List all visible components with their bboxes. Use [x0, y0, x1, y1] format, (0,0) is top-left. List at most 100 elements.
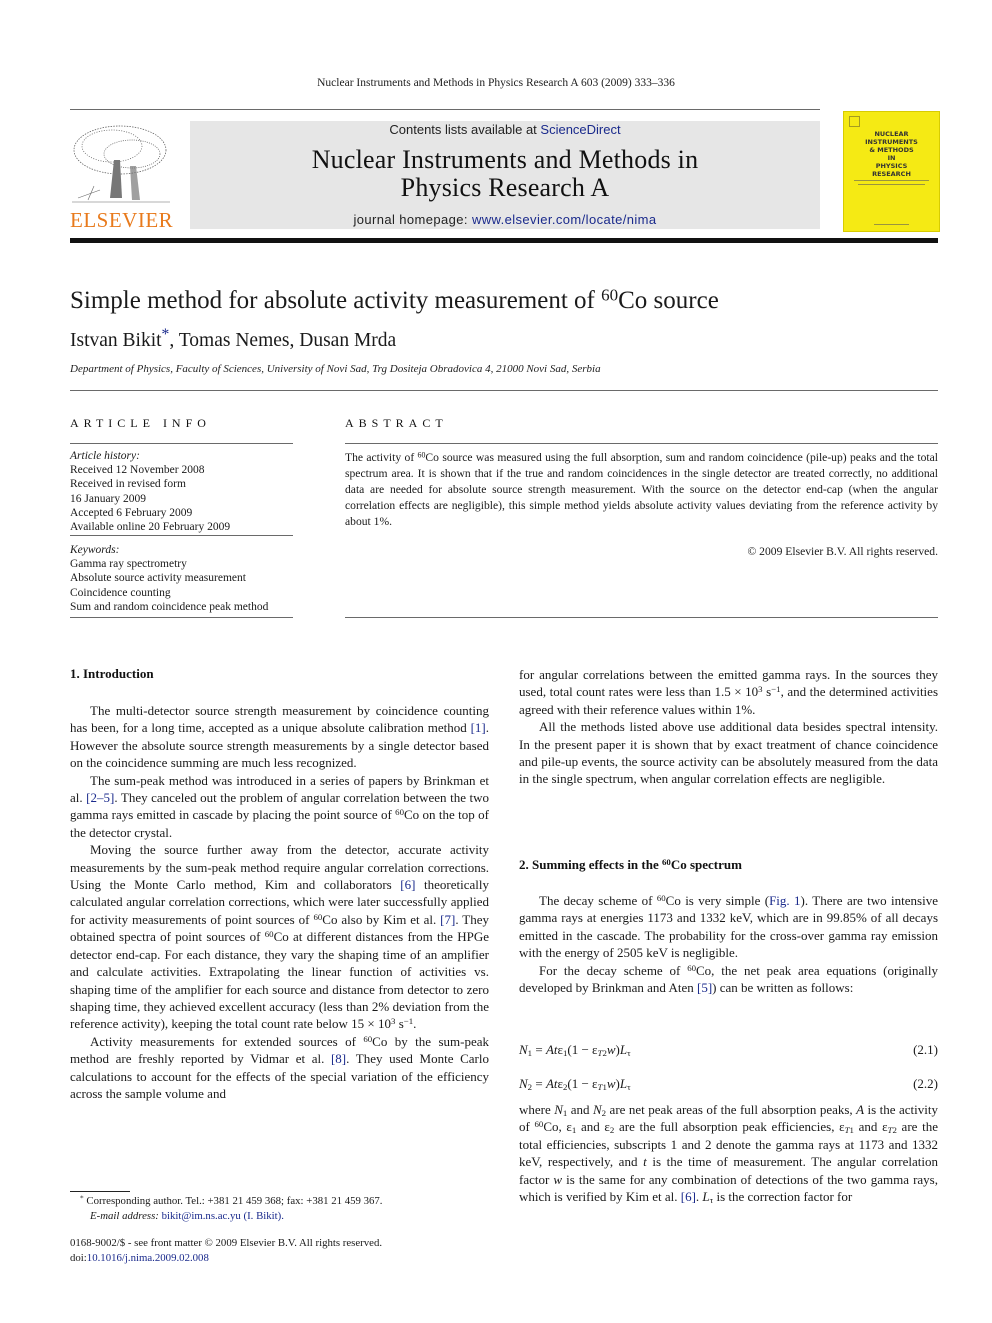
tree-icon — [72, 125, 170, 203]
doi-link[interactable]: 10.1016/j.nima.2009.02.008 — [87, 1252, 209, 1264]
contents-prefix: Contents lists available at — [389, 122, 541, 137]
exponent: −1 — [771, 684, 781, 695]
author-name[interactable]: Dusan Mrda — [299, 330, 396, 351]
isotope-superscript: 60 — [656, 893, 666, 904]
text: Co is very simple ( — [665, 893, 770, 908]
text: and — [576, 1119, 605, 1135]
keywords-rule — [70, 617, 293, 618]
cover-footer-line — [874, 224, 909, 225]
isotope-superscript: 60 — [264, 929, 274, 940]
figure-link[interactable]: Fig. 1 — [769, 893, 800, 908]
reference-link[interactable]: [2–5] — [86, 790, 114, 805]
abstract-heading: ABSTRACT — [345, 416, 448, 430]
cover-subtitle-line — [858, 184, 925, 185]
author-name[interactable]: Istvan Bikit — [70, 330, 162, 351]
reference-link[interactable]: [6] — [681, 1189, 696, 1204]
text: . — [413, 1016, 417, 1032]
abstract-bottom-rule — [345, 617, 938, 618]
paragraph: The sum-peak method was introduced in a … — [70, 772, 489, 842]
isotope-superscript: 60 — [395, 807, 404, 818]
homepage-prefix: journal homepage: — [353, 212, 472, 227]
text: The multi-detector source strength measu… — [70, 703, 489, 736]
reference-link[interactable]: [5] — [697, 980, 712, 995]
footnote-rule — [70, 1191, 130, 1192]
article-history: Article history: Received 12 November 20… — [70, 449, 300, 534]
text: Co, — [543, 1119, 567, 1135]
paragraph: All the methods listed above use additio… — [519, 718, 938, 788]
paragraph: For the decay scheme of 60Co, the net pe… — [519, 962, 938, 997]
history-rule — [70, 535, 293, 536]
keywords-label: Keywords: — [70, 544, 120, 556]
email-label: E-mail address: — [90, 1209, 162, 1222]
title-text: Simple method for absolute activity meas… — [70, 287, 602, 314]
cover-title-line: IN — [887, 154, 896, 162]
text: where — [519, 1102, 555, 1117]
text: For the decay scheme of — [539, 962, 688, 978]
history-item: Accepted 6 February 2009 — [70, 506, 193, 519]
journal-title: Nuclear Instruments and Methods in Physi… — [190, 146, 820, 202]
abstract-text: The activity of 60Co source was measured… — [345, 450, 938, 530]
corresponding-author-footnote: * Corresponding author. Tel.: +381 21 45… — [80, 1194, 500, 1223]
paragraph: Activity measurements for extended sourc… — [70, 1033, 489, 1103]
reference-link[interactable]: [1] — [471, 720, 486, 735]
author-name[interactable]: Tomas Nemes — [179, 330, 290, 351]
masthead-thick-rule — [70, 238, 938, 243]
heading-text: 2. Summing effects in the — [519, 857, 662, 872]
cover-title-line: PHYSICS — [875, 162, 908, 170]
text: s — [395, 1016, 404, 1032]
left-column-body: The multi-detector source strength measu… — [70, 702, 489, 1102]
author-list: Istvan Bikit*, Tomas Nemes, Dusan Mrda — [70, 325, 397, 351]
article-info-rule — [70, 443, 293, 444]
affiliation: Department of Physics, Faculty of Scienc… — [70, 363, 601, 375]
equation-2-2: N2 = Atε2(1 − εT1w)Lτ — [519, 1076, 631, 1093]
exponent: −1 — [403, 1016, 414, 1027]
journal-homepage-link[interactable]: www.elsevier.com/locate/nima — [472, 212, 657, 227]
reference-link[interactable]: [8] — [331, 1051, 346, 1066]
keyword-item: Absolute source activity measurement — [70, 572, 246, 585]
history-item: Received in revised form — [70, 478, 186, 491]
elsevier-logo[interactable]: ELSEVIER — [70, 120, 174, 232]
text: Co at different distances from the HPGe … — [70, 929, 489, 1032]
homepage-line: journal homepage: www.elsevier.com/locat… — [190, 212, 820, 227]
history-label: Article history: — [70, 450, 140, 462]
footnote-line: * Corresponding author. Tel.: +381 21 45… — [80, 1194, 500, 1209]
abstract-span: Co source was measured using the full ab… — [345, 451, 938, 528]
elsevier-wordmark: ELSEVIER — [70, 208, 174, 232]
text: All the methods listed above use additio… — [519, 719, 938, 787]
keyword-item: Coincidence counting — [70, 586, 171, 599]
text: The decay scheme of — [539, 893, 657, 908]
journal-title-line1: Nuclear Instruments and Methods in — [311, 145, 699, 174]
text: ) can be written as follows: — [712, 980, 854, 996]
equation-2-1: N1 = Atε1(1 − εT2w)Lτ — [519, 1042, 631, 1059]
sciencedirect-link[interactable]: ScienceDirect — [540, 122, 620, 137]
paragraph: The multi-detector source strength measu… — [70, 702, 489, 772]
email-link[interactable]: bikit@im.ns.ac.yu (I. Bikit). — [162, 1210, 284, 1222]
affiliation-rule — [70, 390, 938, 391]
footnote-text: Corresponding author. Tel.: +381 21 459 … — [86, 1195, 383, 1207]
reference-link[interactable]: [7] — [440, 912, 455, 927]
reference-link[interactable]: [6] — [400, 877, 415, 892]
article-info-heading: ARTICLE INFO — [70, 416, 211, 430]
section-2-heading: 2. Summing effects in the 60Co spectrum — [519, 857, 742, 873]
cover-emblem-icon — [849, 116, 860, 127]
keyword-item: Sum and random coincidence peak method — [70, 600, 269, 613]
running-head: Nuclear Instruments and Methods in Physi… — [317, 77, 675, 89]
isotope-superscript: 60 — [363, 1033, 373, 1044]
front-matter-text: 0168-9002/$ - see front matter © 2009 El… — [70, 1237, 383, 1249]
abstract-copyright: © 2009 Elsevier B.V. All rights reserved… — [747, 545, 938, 558]
equation-number: (2.2) — [913, 1076, 938, 1091]
section-1-heading: 1. Introduction — [70, 666, 154, 681]
text: Co also by Kim et al. — [322, 911, 441, 927]
right-column-body: for angular correlations between the emi… — [519, 666, 938, 788]
heading-text: Co spectrum — [670, 857, 742, 872]
history-item: Received 12 November 2008 — [70, 464, 205, 477]
title-text: Co source — [618, 287, 719, 314]
cover-title-line: RESEARCH — [872, 170, 911, 178]
abstract-rule — [345, 443, 938, 444]
keyword-item: Gamma ray spectrometry — [70, 558, 187, 571]
journal-cover-thumbnail[interactable]: NUCLEAR INSTRUMENTS & METHODS IN PHYSICS… — [843, 111, 940, 232]
cover-title-line: & METHODS — [869, 146, 914, 154]
corresponding-author-mark[interactable]: * — [162, 326, 170, 343]
text: and — [567, 1102, 593, 1117]
equation-number: (2.1) — [913, 1042, 938, 1057]
